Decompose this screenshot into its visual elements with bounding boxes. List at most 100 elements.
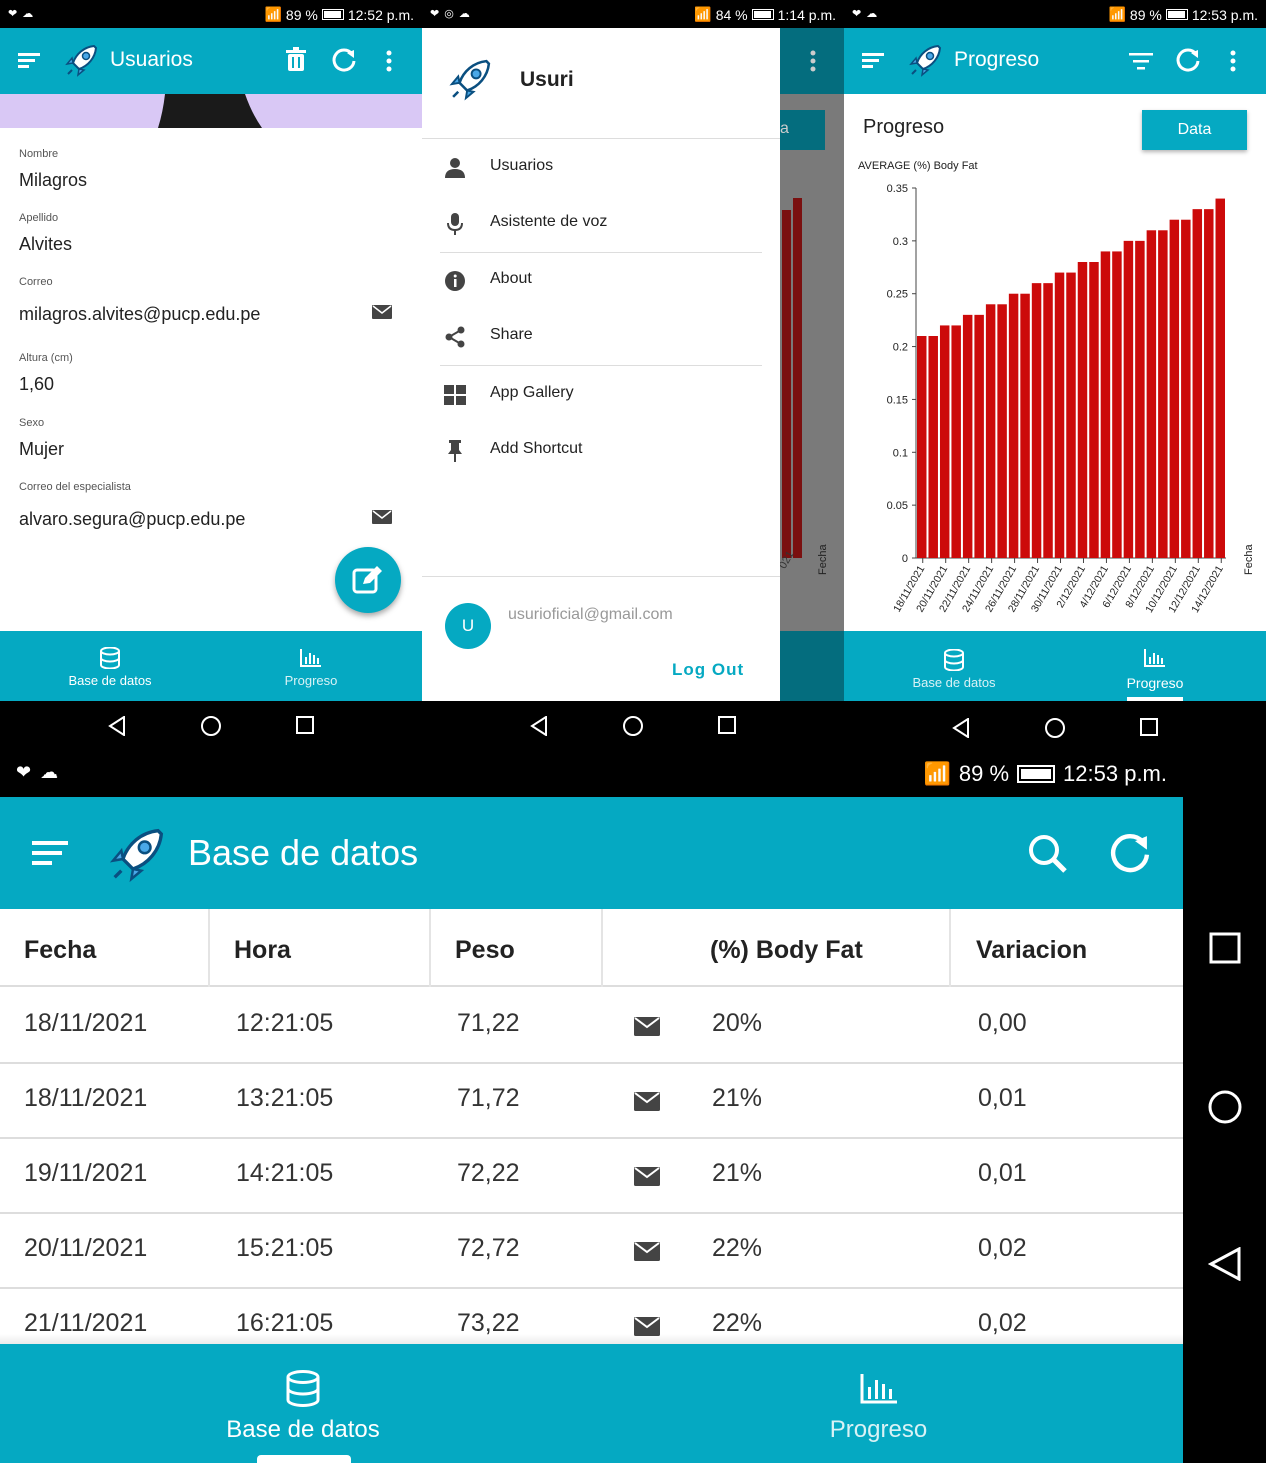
more-options-icon[interactable] [1230,50,1236,72]
chart-bar [1066,272,1076,558]
chart-bar [1169,219,1180,558]
nav-base-de-datos[interactable]: Base de datos [844,631,1064,701]
filter-icon[interactable] [1129,52,1153,70]
chart-bar [1135,240,1145,558]
cell-body-fat: 21% [712,1084,763,1112]
nav-progreso[interactable]: Progreso [606,1344,1151,1463]
menu-icon[interactable] [32,839,70,869]
system-nav-bar [0,701,422,750]
nav-label: Base de datos [226,1416,380,1443]
cell-variacion: 0,01 [978,1084,1027,1112]
nav-label: Base de datos [68,673,152,688]
edit-fab-button[interactable] [335,547,401,613]
table-row[interactable]: 18/11/2021 13:21:05 71,72 21% 0,01 [0,1064,1183,1139]
column-header-body-fat[interactable]: (%) Body Fat [710,936,863,965]
battery-percent: 89 % [1129,6,1162,23]
cell-body-fat: 21% [712,1159,763,1187]
drawer-item-share[interactable]: Share [422,308,780,364]
cell-fecha: 19/11/2021 [24,1159,148,1187]
menu-icon[interactable] [18,51,40,69]
drawer-item-asistente[interactable]: Asistente de voz [422,195,780,251]
battery-icon [321,9,344,20]
cell-hora: 12:21:05 [236,1009,334,1037]
more-options-icon[interactable] [386,50,392,72]
email-icon[interactable] [634,1017,660,1036]
chart-bar [997,304,1007,558]
chart-bar [1008,293,1019,558]
scroll-shadow [0,1334,1183,1344]
nav-progreso[interactable]: Progreso [1054,631,1256,701]
field-label-nombre: Nombre [19,148,59,160]
field-value-correo: milagros.alvites@pucp.edu.pe [19,304,261,324]
x-axis-title: Fecha [1243,544,1255,575]
recents-icon [1209,932,1241,964]
drawer-item-app-gallery[interactable]: App Gallery [422,366,780,422]
drawer-item-label: Usuarios [490,157,554,174]
nav-label: Progreso [1126,675,1184,691]
app-bar-title: Usuarios [110,48,193,71]
info-icon [445,271,465,291]
column-header-variacion[interactable]: Variacion [976,936,1087,965]
y-tick-label: 0.25 [887,289,908,301]
dimmed-data-button: a [780,110,825,150]
app-bar: Base de datos [0,797,1183,909]
search-icon[interactable] [1027,833,1069,875]
chart-bar [1146,230,1157,558]
refresh-icon[interactable] [1175,47,1201,73]
email-icon[interactable] [634,1242,660,1261]
drawer-item-label: Share [490,326,533,343]
back-icon [108,716,125,736]
person-icon [445,158,465,178]
email-icon[interactable] [634,1167,660,1186]
column-header-hora[interactable]: Hora [234,936,291,965]
nav-base-de-datos[interactable]: Base de datos [0,1344,606,1463]
dimmed-app-bar [780,28,844,94]
cell-variacion: 0,02 [978,1234,1027,1262]
cell-fecha: 20/11/2021 [24,1234,148,1262]
refresh-icon[interactable] [1108,831,1152,875]
drawer-item-about[interactable]: About [422,252,780,308]
home-icon [201,716,221,736]
table-row[interactable]: 20/11/2021 15:21:05 72,72 22% 0,02 [0,1214,1183,1289]
pin-icon [448,440,462,462]
email-icon[interactable] [372,510,392,524]
bar-chart-icon [860,1374,897,1404]
y-tick-label: 0.15 [887,394,908,406]
drawer-item-add-shortcut[interactable]: Add Shortcut [422,422,780,478]
rocket-logo-icon [908,42,944,78]
status-right: 📶 84 % 1:14 p.m. [694,6,836,23]
system-nav-bar [844,701,1266,750]
microphone-icon [447,213,463,235]
nav-base-de-datos[interactable]: Base de datos [0,631,220,701]
divider [422,576,780,577]
chart-bar [1123,240,1134,558]
bottom-navigation: Base de datos Progreso [0,631,422,701]
chart-bar [1043,283,1053,558]
email-icon[interactable] [372,305,392,319]
trash-icon[interactable] [286,47,306,71]
y-tick-label: 0 [902,553,908,565]
recents-icon [1140,718,1158,736]
field-label-especialista: Correo del especialista [19,481,131,493]
log-out-button[interactable]: Log Out [672,660,744,680]
cell-peso: 72,72 [457,1234,520,1262]
nav-progreso[interactable]: Progreso [210,631,412,701]
grid-icon [444,385,466,405]
share-icon [445,326,465,348]
table-row[interactable]: 19/11/2021 14:21:05 72,22 21% 0,01 [0,1139,1183,1214]
email-icon[interactable] [634,1092,660,1111]
recents-icon [718,716,736,734]
chart-bar [1204,209,1214,558]
data-button[interactable]: Data [1142,110,1247,150]
drawer-item-usuarios[interactable]: Usuarios [422,139,780,195]
column-header-peso[interactable]: Peso [455,936,515,965]
refresh-icon[interactable] [331,47,357,73]
y-tick-label: 0.35 [887,183,908,195]
menu-icon[interactable] [862,51,884,69]
cell-peso: 71,72 [457,1084,520,1112]
status-bar: ❤ ☁ 📶 89 % 12:52 p.m. [0,0,422,28]
app-bar-title: Base de datos [188,832,419,873]
field-value-altura: 1,60 [19,374,55,394]
table-row[interactable]: 18/11/2021 12:21:05 71,22 20% 0,00 [0,989,1183,1064]
column-header-fecha[interactable]: Fecha [24,936,96,965]
